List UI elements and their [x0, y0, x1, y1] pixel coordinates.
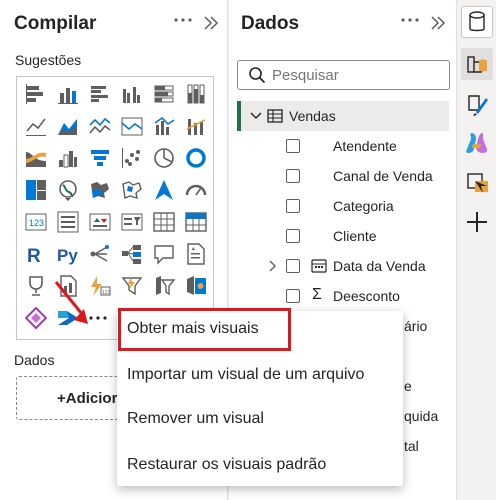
- field-label: Data da Venda: [333, 258, 426, 274]
- matrix-icon[interactable]: [185, 211, 207, 233]
- area-chart-icon[interactable]: [57, 115, 79, 137]
- visualizations-gallery: 123 R Py 123: [16, 76, 214, 340]
- svg-text:123: 123: [102, 290, 111, 296]
- sigma-icon: Σ: [312, 286, 322, 303]
- gauge-icon[interactable]: [185, 179, 207, 201]
- chevron-double-right-icon[interactable]: [430, 15, 446, 36]
- field-checkbox[interactable]: [286, 259, 300, 273]
- search-icon: [248, 66, 266, 89]
- line-chart-icon[interactable]: [25, 115, 47, 137]
- shape-map-icon[interactable]: [121, 179, 143, 201]
- stacked-bar-chart-icon[interactable]: [25, 83, 47, 105]
- slicer-icon[interactable]: [121, 211, 143, 233]
- power-automate-icon[interactable]: [121, 275, 143, 297]
- map-icon[interactable]: [57, 179, 79, 201]
- selection-pane-button[interactable]: [461, 167, 493, 199]
- field-row-measure[interactable]: Σ Deesconto: [229, 282, 457, 310]
- key-influencers-icon[interactable]: [89, 243, 111, 265]
- table-icon: [267, 108, 283, 129]
- field-row[interactable]: Categoria: [229, 192, 457, 220]
- stacked-area-chart-icon[interactable]: [89, 115, 111, 137]
- clustered-column-chart-icon[interactable]: [121, 83, 143, 105]
- table-name: Vendas: [289, 108, 336, 124]
- stacked-column-chart-icon[interactable]: [57, 83, 79, 105]
- table-vendas[interactable]: Vendas: [237, 101, 449, 131]
- qna-icon[interactable]: [153, 243, 175, 265]
- pie-chart-icon[interactable]: [153, 147, 175, 169]
- search-field[interactable]: [237, 60, 450, 90]
- field-checkbox[interactable]: [286, 199, 300, 213]
- scatter-chart-icon[interactable]: [121, 147, 143, 169]
- data-pane-button[interactable]: [461, 6, 493, 38]
- multi-row-card-icon[interactable]: [57, 211, 79, 233]
- field-label: Cliente: [333, 228, 377, 244]
- svg-text:123: 123: [29, 218, 44, 228]
- field-label: ário: [404, 318, 428, 334]
- 100-stacked-column-chart-icon[interactable]: [185, 83, 207, 105]
- azure-map-icon[interactable]: [153, 179, 175, 201]
- donut-chart-icon[interactable]: [185, 147, 207, 169]
- data-pane-title: Dados: [241, 13, 300, 34]
- filled-map-icon[interactable]: [89, 179, 111, 201]
- field-label: e: [404, 378, 412, 394]
- line-and-clustered-column-icon[interactable]: [153, 115, 175, 137]
- menu-item-remove-visual[interactable]: Remover um visual: [127, 410, 264, 428]
- field-row[interactable]: Atendente: [229, 132, 457, 160]
- field-label: Canal de Venda: [333, 168, 433, 184]
- clustered-bar-chart-icon[interactable]: [89, 83, 111, 105]
- filter-visual-icon[interactable]: [153, 275, 175, 297]
- power-automate-flow-icon[interactable]: [25, 307, 47, 329]
- field-row-date-hierarchy[interactable]: Data da Venda: [229, 252, 457, 280]
- menu-item-restore-default-visuals[interactable]: Restaurar os visuais padrão: [127, 456, 326, 474]
- annotation-arrow: [54, 280, 94, 326]
- search-input[interactable]: [272, 64, 442, 86]
- card-icon[interactable]: 123: [25, 211, 47, 233]
- chevron-down-icon[interactable]: [249, 109, 263, 128]
- build-visual-button[interactable]: [461, 48, 493, 80]
- build-pane-title: Compilar: [14, 13, 97, 34]
- goals-icon[interactable]: [25, 275, 47, 297]
- ellipsis-icon[interactable]: [400, 12, 420, 33]
- chevron-right-icon[interactable]: [268, 259, 278, 276]
- smart-narrative-icon[interactable]: [185, 243, 207, 265]
- kpi-icon[interactable]: [89, 211, 111, 233]
- field-row[interactable]: Canal de Venda: [229, 162, 457, 190]
- field-label: Deesconto: [333, 288, 400, 304]
- waterfall-chart-icon[interactable]: [25, 147, 47, 169]
- svg-text:R: R: [27, 246, 41, 265]
- field-checkbox[interactable]: [286, 169, 300, 183]
- line-and-stacked-column-icon[interactable]: [121, 115, 143, 137]
- svg-text:Py: Py: [57, 246, 78, 265]
- add-pane-button[interactable]: [461, 206, 493, 238]
- highlight-box: [118, 308, 291, 351]
- field-row[interactable]: Cliente: [229, 222, 457, 250]
- field-checkbox[interactable]: [286, 139, 300, 153]
- format-pane-button[interactable]: [461, 88, 493, 120]
- field-label: quida: [404, 408, 439, 424]
- suggestions-label: Sugestões: [15, 52, 82, 68]
- field-label: Categoria: [333, 198, 394, 214]
- ribbon-chart-icon[interactable]: [185, 115, 207, 137]
- r-script-visual-icon[interactable]: R: [25, 243, 47, 265]
- 100-stacked-bar-chart-icon[interactable]: [153, 83, 175, 105]
- python-visual-icon[interactable]: Py: [57, 243, 79, 265]
- field-label: Atendente: [333, 138, 397, 154]
- copilot-button[interactable]: [461, 127, 493, 159]
- pane-switcher-rail: [458, 0, 496, 500]
- field-checkbox[interactable]: [286, 289, 300, 303]
- menu-item-import-visual[interactable]: Importar um visual de um arquivo: [127, 366, 364, 384]
- field-label: tal: [404, 438, 419, 454]
- field-checkbox[interactable]: [286, 229, 300, 243]
- dados-section-label: Dados: [14, 352, 55, 368]
- funnel-steps-icon[interactable]: [57, 147, 79, 169]
- funnel-chart-icon[interactable]: [89, 147, 111, 169]
- ellipsis-icon[interactable]: [173, 12, 193, 33]
- table-visual-icon[interactable]: [153, 211, 175, 233]
- custom-visual-icon[interactable]: [185, 275, 207, 297]
- calendar-icon: [311, 258, 327, 277]
- treemap-icon[interactable]: [25, 179, 47, 201]
- chevron-double-right-icon[interactable]: [203, 15, 219, 36]
- decomposition-tree-icon[interactable]: [121, 243, 143, 265]
